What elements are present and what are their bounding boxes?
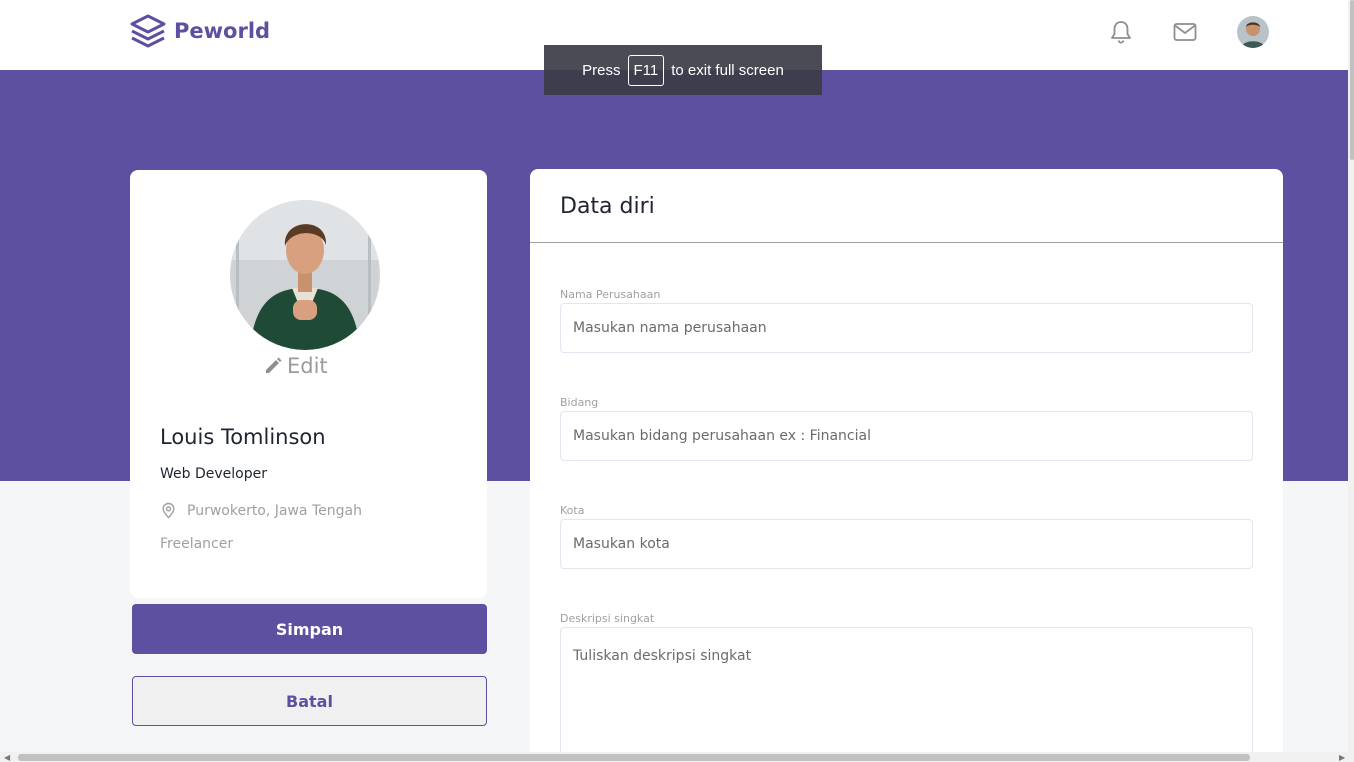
mail-icon[interactable] [1172,19,1198,45]
description-label: Deskripsi singkat [560,612,655,625]
form-divider [530,242,1283,243]
layers-icon [130,14,166,48]
hint-prefix: Press [582,61,621,79]
industry-label: Bidang [560,396,599,409]
profile-name: Louis Tomlinson [160,425,326,449]
bell-icon[interactable] [1108,19,1134,45]
map-pin-icon [162,502,175,519]
brand-name: Peworld [174,19,271,43]
brand-logo[interactable]: Peworld [130,14,270,48]
form-title: Data diri [560,194,655,219]
edit-photo-button[interactable]: Edit [263,354,328,378]
profile-job: Web Developer [160,466,267,482]
company-name-input[interactable]: Masukan nama perusahaan [560,303,1253,353]
scroll-right-arrow-icon[interactable]: ▶ [1339,753,1345,762]
pencil-icon [266,357,282,373]
location-text: Purwokerto, Jawa Tengah [187,502,362,519]
profile-photo [230,200,380,350]
city-label: Kota [560,504,585,517]
description-textarea[interactable]: Tuliskan deskripsi singkat [560,627,1253,762]
edit-label: Edit [287,354,328,378]
save-button[interactable]: Simpan [132,604,487,654]
horizontal-scrollbar-thumb[interactable] [18,754,1250,761]
profile-location: Purwokerto, Jawa Tengah [160,502,362,519]
personal-data-form: Data diri Nama Perusahaan Masukan nama p… [530,169,1283,762]
industry-input[interactable]: Masukan bidang perusahaan ex : Financial [560,411,1253,461]
city-input[interactable]: Masukan kota [560,519,1253,569]
vertical-scrollbar-thumb[interactable] [1350,0,1354,160]
hint-key: F11 [627,54,665,86]
user-avatar[interactable] [1237,16,1269,48]
profile-work-type: Freelancer [160,536,234,552]
cancel-button[interactable]: Batal [132,676,487,726]
profile-card: Edit Louis Tomlinson Web Developer Purwo… [130,170,487,598]
fullscreen-exit-hint: Press F11 to exit full screen [544,45,822,95]
scroll-left-arrow-icon[interactable]: ◀ [4,753,10,762]
hint-suffix: to exit full screen [671,61,784,79]
company-name-label: Nama Perusahaan [560,288,661,301]
